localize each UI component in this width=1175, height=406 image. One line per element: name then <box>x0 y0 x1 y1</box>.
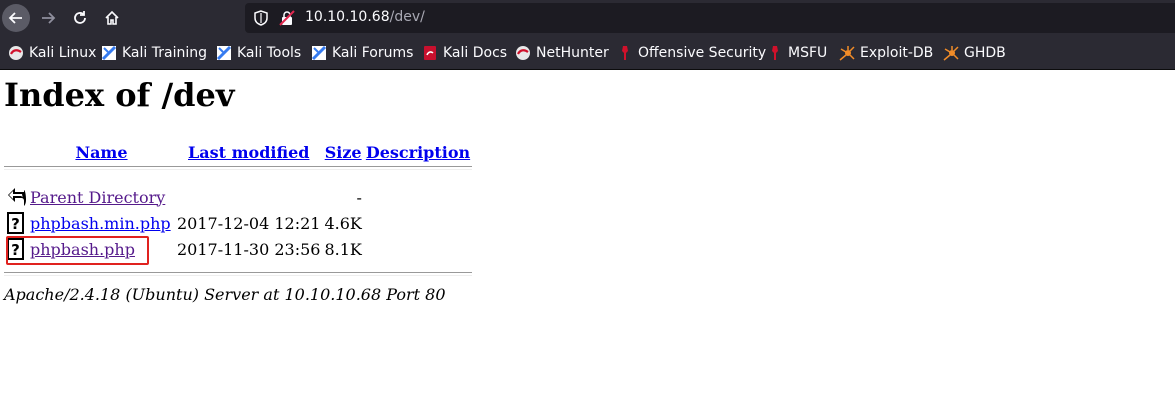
description-cell <box>364 184 472 210</box>
divider <box>4 272 473 276</box>
kali-docs-icon <box>422 45 438 61</box>
forward-arrow-icon <box>42 12 56 24</box>
parent-directory-link[interactable]: Parent Directory <box>30 188 165 207</box>
server-signature: Apache/2.4.18 (Ubuntu) Server at 10.10.1… <box>4 285 446 304</box>
url-path: /dev/ <box>389 9 425 25</box>
modified-cell <box>175 184 322 210</box>
bookmarks-toolbar: Kali Linux Kali Training Kali Tools Kali… <box>0 36 1175 70</box>
kali-training-icon <box>101 45 117 61</box>
reload-icon <box>74 11 86 24</box>
page-title: Index of /dev <box>4 76 235 114</box>
back-button[interactable] <box>2 4 30 32</box>
kali-forums-icon <box>311 45 327 61</box>
bookmark-label: Kali Linux <box>29 45 97 61</box>
size-column-header: Size <box>322 140 363 162</box>
bookmark-label: Kali Docs <box>443 45 508 61</box>
table-row: ? phpbash.min.php 2017-12-04 12:21 4.6K <box>4 210 472 236</box>
sort-by-size-link[interactable]: Size <box>325 143 362 162</box>
bookmark-kali-tools[interactable]: Kali Tools <box>216 44 301 62</box>
description-cell <box>364 236 472 262</box>
bookmark-label: Exploit-DB <box>860 45 934 61</box>
bookmark-kali-docs[interactable]: Kali Docs <box>422 44 507 62</box>
back-arrow-icon <box>8 188 26 206</box>
modified-cell: 2017-11-30 23:56 <box>177 239 321 259</box>
bookmark-ghdb[interactable]: GHDB <box>943 44 1006 62</box>
url-host: 10.10.10.68 <box>305 9 390 25</box>
size-cell: 8.1K <box>324 239 362 259</box>
bookmark-label: GHDB <box>964 45 1006 61</box>
size-cell: - <box>356 187 362 207</box>
ghdb-spider-icon <box>943 45 959 61</box>
kali-dragon-icon <box>8 45 24 61</box>
bookmark-label: Kali Forums <box>332 45 414 61</box>
bookmark-label: MSFU <box>788 45 828 61</box>
name-column-header: Name <box>28 140 175 162</box>
sort-by-description-link[interactable]: Description <box>366 143 470 162</box>
size-cell: 4.6K <box>324 213 362 233</box>
bookmark-label: Offensive Security <box>638 45 767 61</box>
msfu-icon <box>767 45 783 61</box>
bookmark-kali-forums[interactable]: Kali Forums <box>311 44 413 62</box>
separator-row <box>4 272 473 276</box>
browser-toolbar: 10.10.10.68/dev/ <box>0 0 1175 36</box>
sort-by-modified-link[interactable]: Last modified <box>188 143 309 162</box>
bookmark-exploit-db[interactable]: Exploit-DB <box>839 44 933 62</box>
description-column-header: Description <box>364 140 472 162</box>
exploit-db-spider-icon <box>839 45 855 61</box>
bookmark-label: Kali Training <box>122 45 207 61</box>
modified-cell: 2017-12-04 12:21 <box>177 213 321 233</box>
description-cell <box>364 210 472 236</box>
bookmark-msfu[interactable]: MSFU <box>767 44 827 62</box>
bookmark-nethunter[interactable]: NetHunter <box>515 44 609 62</box>
bookmark-offensive-security[interactable]: Offensive Security <box>617 44 766 62</box>
highlight-box <box>6 236 149 265</box>
divider <box>4 166 473 170</box>
name-cell: Parent Directory <box>28 184 175 210</box>
icon-cell: ? <box>4 210 28 236</box>
insecure-lock-icon[interactable] <box>279 10 295 26</box>
icon-cell <box>4 184 28 210</box>
offsec-icon <box>617 45 633 61</box>
svg-text:?: ? <box>11 215 20 233</box>
home-icon <box>105 10 119 25</box>
table-spacer-row <box>4 174 472 184</box>
reload-button[interactable] <box>66 4 94 32</box>
shield-icon[interactable] <box>253 10 269 26</box>
url-text[interactable]: 10.10.10.68/dev/ <box>305 9 425 25</box>
bookmark-label: NetHunter <box>536 45 609 61</box>
back-arrow-icon <box>8 12 22 24</box>
name-cell: phpbash.min.php <box>28 210 175 236</box>
bookmark-kali-training[interactable]: Kali Training <box>101 44 207 62</box>
unknown-file-icon: ? <box>7 212 24 234</box>
url-bar[interactable]: 10.10.10.68/dev/ <box>245 3 1175 33</box>
nethunter-icon <box>515 45 531 61</box>
bookmark-label: Kali Tools <box>237 45 302 61</box>
file-link-phpbash-min[interactable]: phpbash.min.php <box>30 214 171 233</box>
icon-column-header <box>4 140 28 162</box>
kali-tools-icon <box>216 45 232 61</box>
sort-by-name-link[interactable]: Name <box>75 143 127 162</box>
separator-row <box>4 162 473 174</box>
bookmark-kali-linux[interactable]: Kali Linux <box>8 44 96 62</box>
last-modified-column-header: Last modified <box>175 140 322 162</box>
table-header-row: Name Last modified Size Description <box>4 140 472 162</box>
home-button[interactable] <box>98 4 126 32</box>
table-row: Parent Directory - <box>4 184 472 210</box>
forward-button[interactable] <box>34 4 62 32</box>
